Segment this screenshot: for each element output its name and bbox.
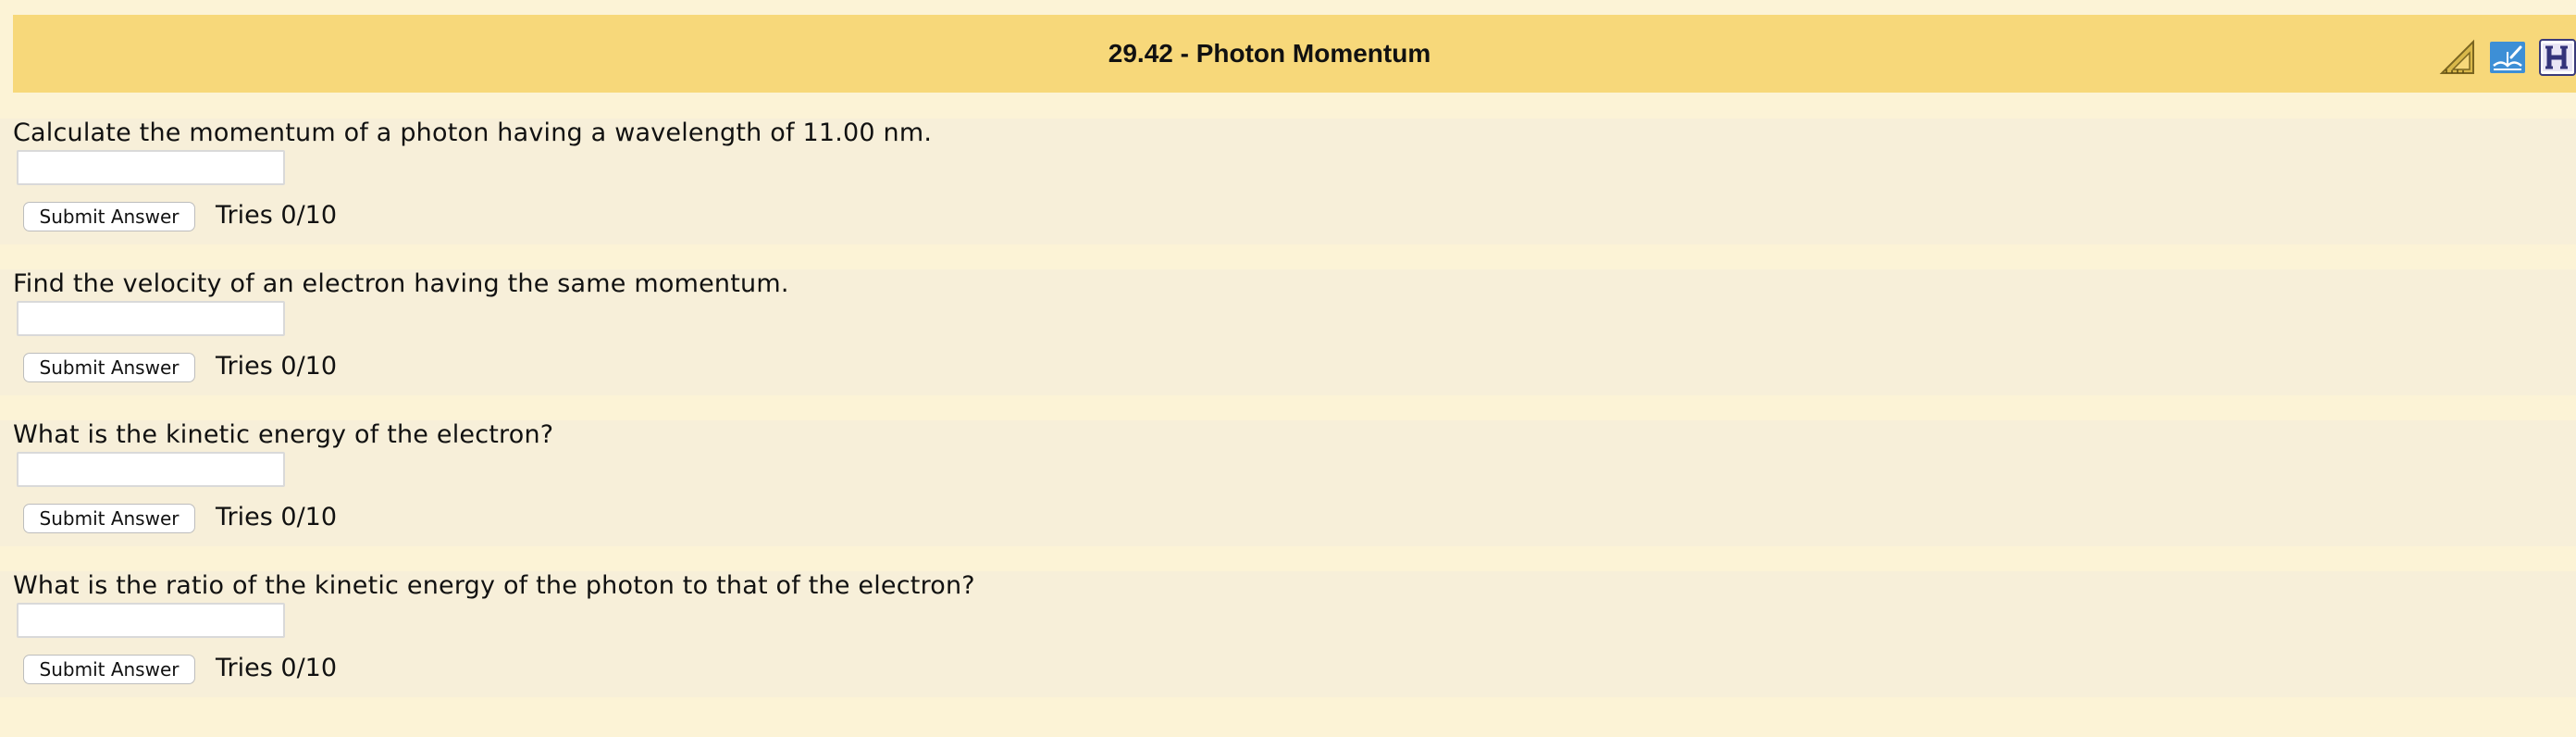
submit-answer-button[interactable]: Submit Answer bbox=[23, 202, 195, 231]
answer-input[interactable] bbox=[17, 452, 285, 487]
triangle-ruler-icon[interactable] bbox=[2439, 39, 2476, 76]
question-text: Calculate the momentum of a photon havin… bbox=[13, 119, 933, 147]
book-feedback-icon[interactable] bbox=[2489, 39, 2526, 76]
problem-header: 29.42 - Photon Momentum bbox=[13, 15, 2576, 93]
question-part-1: Calculate the momentum of a photon havin… bbox=[0, 119, 2576, 244]
question-text: What is the kinetic energy of the electr… bbox=[13, 420, 554, 449]
submit-answer-button[interactable]: Submit Answer bbox=[23, 504, 195, 533]
answer-input[interactable] bbox=[17, 301, 285, 336]
tries-counter: Tries 0/10 bbox=[216, 654, 338, 682]
question-text: What is the ratio of the kinetic energy … bbox=[13, 571, 975, 600]
question-part-2: Find the velocity of an electron having … bbox=[0, 269, 2576, 395]
tries-counter: Tries 0/10 bbox=[216, 201, 338, 230]
submit-answer-button[interactable]: Submit Answer bbox=[23, 655, 195, 684]
tries-counter: Tries 0/10 bbox=[216, 352, 338, 381]
answer-input[interactable] bbox=[17, 150, 285, 185]
answer-input[interactable] bbox=[17, 603, 285, 638]
help-h-icon[interactable] bbox=[2539, 39, 2576, 76]
question-part-4: What is the ratio of the kinetic energy … bbox=[0, 571, 2576, 697]
tries-counter: Tries 0/10 bbox=[216, 503, 338, 531]
header-tools bbox=[2439, 37, 2576, 78]
question-text: Find the velocity of an electron having … bbox=[13, 269, 789, 298]
question-part-3: What is the kinetic energy of the electr… bbox=[0, 420, 2576, 546]
submit-answer-button[interactable]: Submit Answer bbox=[23, 353, 195, 382]
problem-title: 29.42 - Photon Momentum bbox=[1108, 39, 1431, 68]
